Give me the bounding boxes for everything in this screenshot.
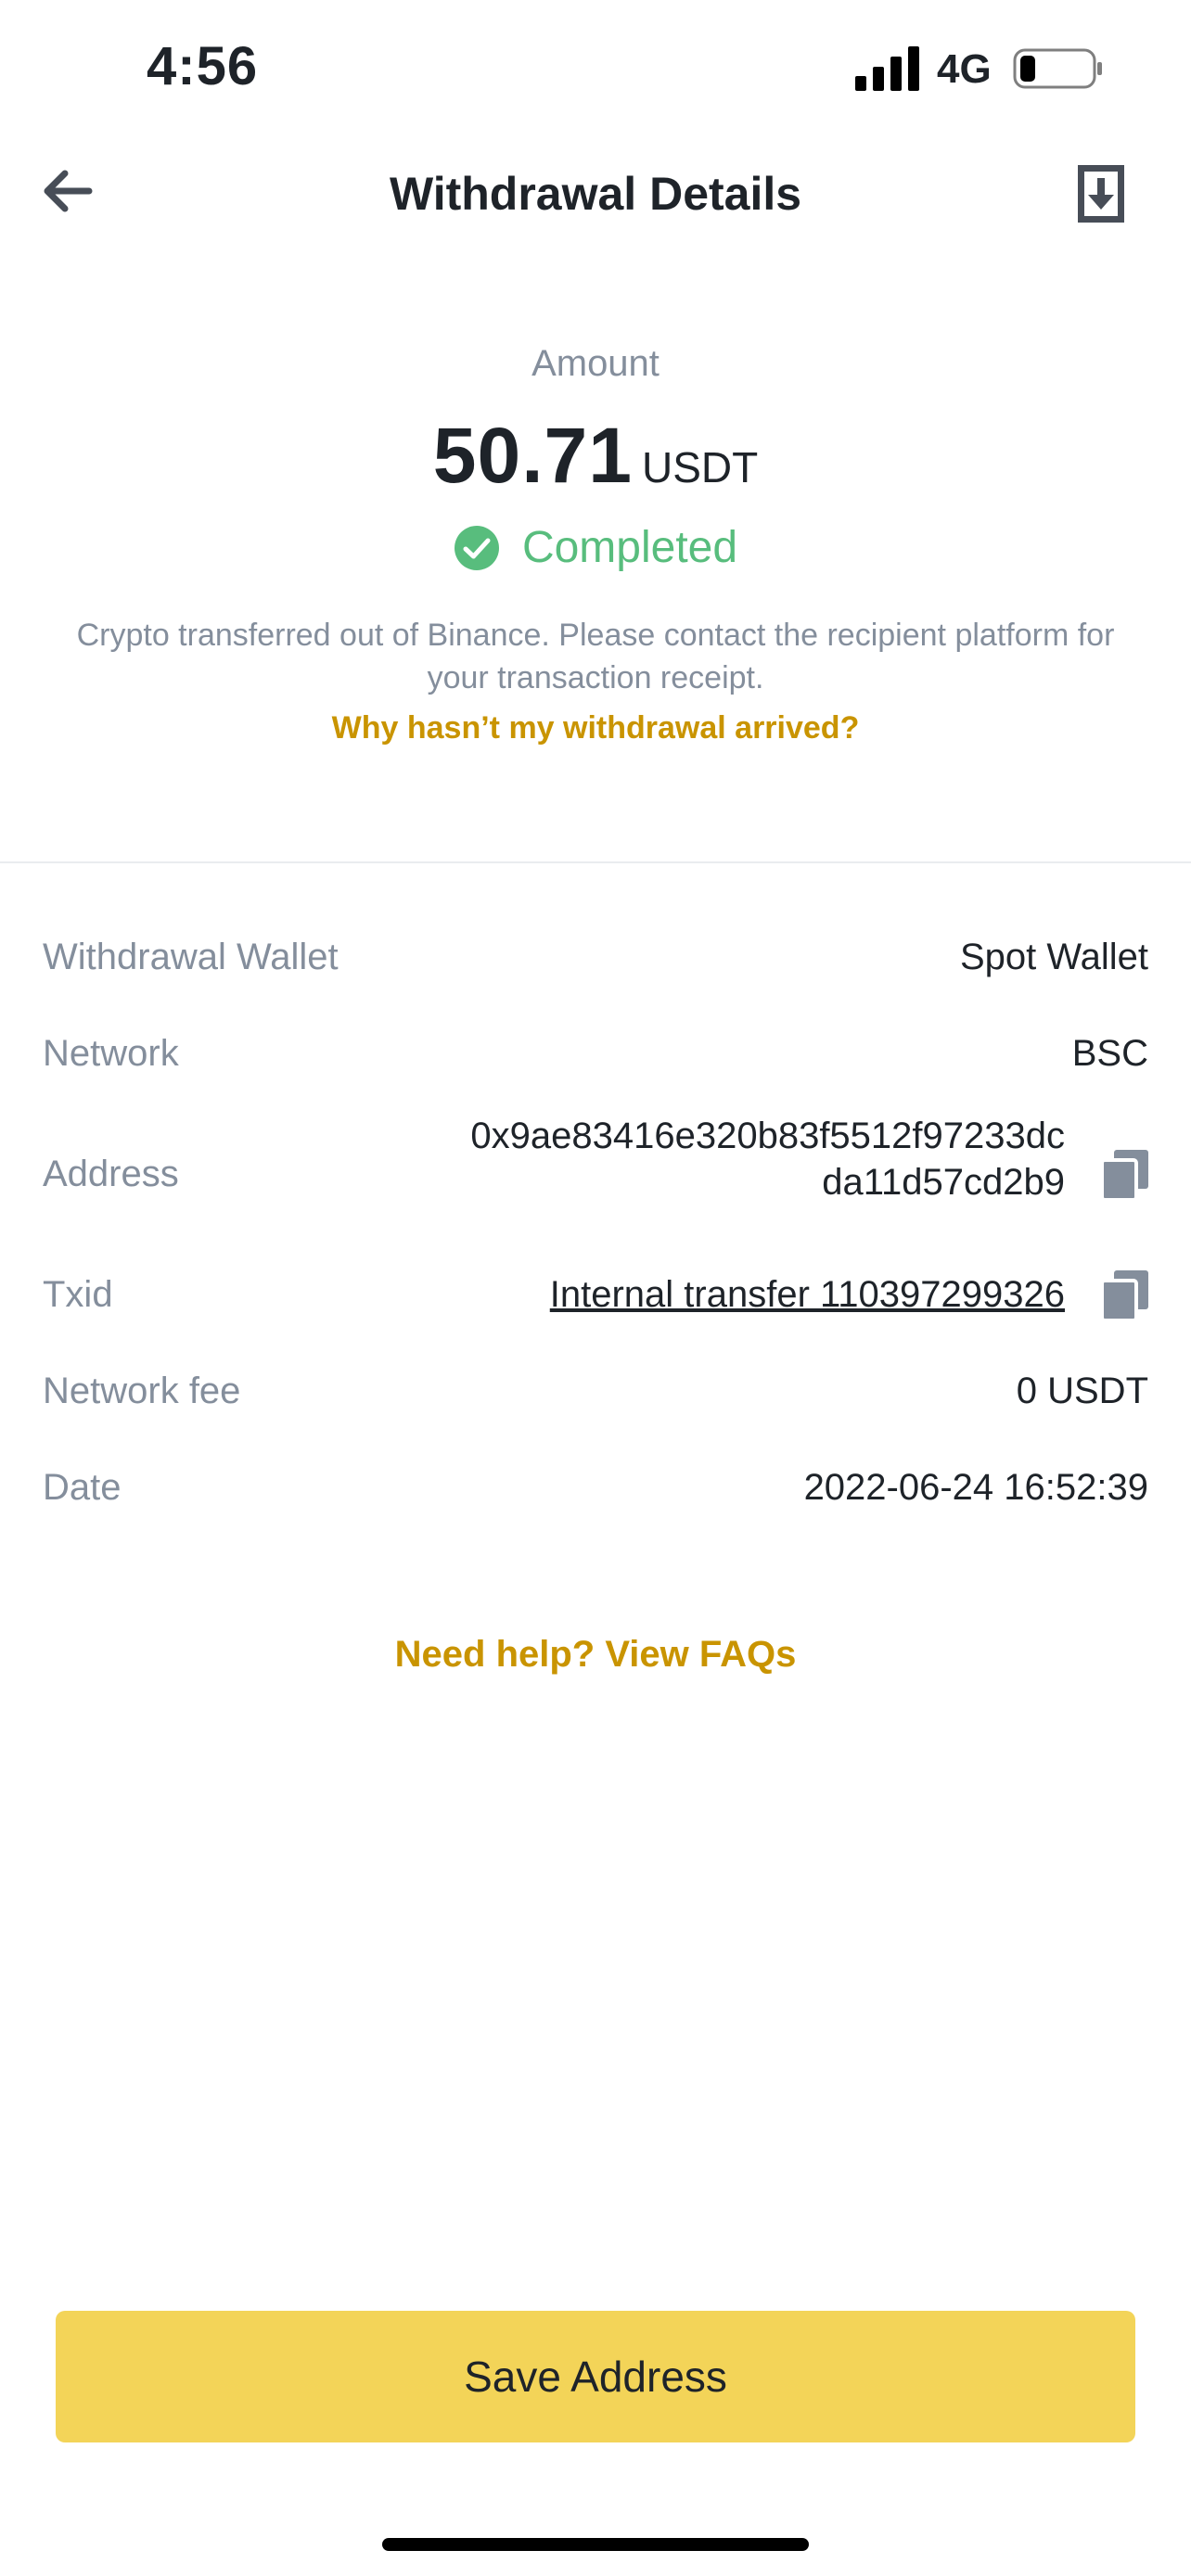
divider (0, 861, 1191, 863)
save-address-button[interactable]: Save Address (56, 2311, 1135, 2442)
withdrawal-summary: Amount 50.71 USDT Completed Crypto transf… (0, 343, 1191, 746)
battery-icon (1013, 48, 1102, 89)
txid-label: Txid (43, 1274, 113, 1315)
withdrawal-wallet-label: Withdrawal Wallet (43, 937, 339, 977)
network-type: 4G (937, 46, 992, 92)
faq-link[interactable]: Need help? View FAQs (0, 1634, 1191, 1676)
why-not-arrived-link[interactable]: Why hasn’t my withdrawal arrived? (0, 710, 1191, 746)
home-indicator[interactable] (382, 2538, 809, 2551)
network-fee-value: 0 USDT (1016, 1371, 1148, 1411)
address-value: 0x9ae83416e320b83f5512f97233dc da11d57cd… (470, 1113, 1065, 1205)
address-line-2: da11d57cd2b9 (822, 1162, 1065, 1203)
network-value: BSC (1071, 1033, 1148, 1074)
amount-label: Amount (531, 343, 660, 384)
cellular-signal-icon (855, 46, 919, 91)
download-receipt-icon[interactable] (1069, 161, 1133, 226)
date-value: 2022-06-24 16:52:39 (803, 1467, 1148, 1508)
amount-unit: USDT (641, 443, 759, 491)
check-circle-icon (454, 525, 499, 570)
status-time: 4:56 (147, 36, 259, 96)
date-label: Date (43, 1467, 122, 1508)
status-bar: 4:56 4G (0, 0, 1191, 139)
amount-row: 50.71 USDT (0, 411, 1191, 504)
app-header: Withdrawal Details (0, 139, 1191, 243)
withdrawal-wallet-value: Spot Wallet (959, 937, 1148, 977)
network-label: Network (43, 1033, 179, 1074)
status-row: Completed (0, 522, 1191, 573)
network-fee-label: Network fee (43, 1371, 241, 1411)
address-line-1: 0x9ae83416e320b83f5512f97233dc (470, 1116, 1065, 1156)
transfer-notice: Crypto transferred out of Binance. Pleas… (76, 618, 1115, 695)
copy-txid-icon[interactable] (1102, 1270, 1148, 1320)
address-label: Address (43, 1154, 179, 1194)
page-title: Withdrawal Details (389, 168, 802, 220)
txid-link[interactable]: Internal transfer 110397299326 (550, 1274, 1065, 1316)
amount-value: 50.71 (432, 412, 633, 499)
copy-address-icon[interactable] (1102, 1150, 1148, 1200)
status-text: Completed (521, 523, 738, 572)
